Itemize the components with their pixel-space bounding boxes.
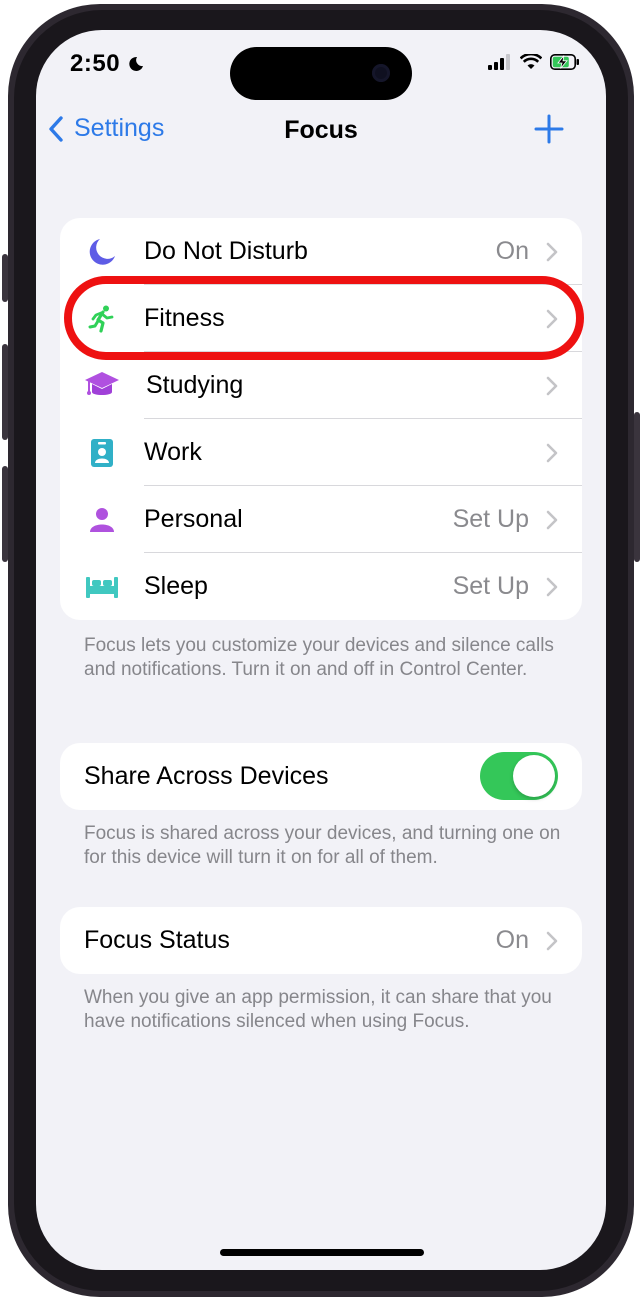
- focus-mode-work[interactable]: Work: [60, 419, 582, 486]
- chevron-right-icon: [546, 931, 558, 951]
- chevron-right-icon: [546, 376, 558, 396]
- focus-status-label: Focus Status: [84, 926, 230, 954]
- cellular-signal-icon: [488, 54, 510, 70]
- id-badge-icon: [84, 435, 120, 471]
- status-icons: [488, 54, 580, 70]
- battery-charging-icon: [550, 54, 579, 70]
- page-title: Focus: [284, 116, 358, 144]
- focus-mode-value: Set Up: [452, 505, 529, 533]
- focus-mode-do-not-disturb[interactable]: Do Not Disturb On: [60, 218, 582, 285]
- focus-moon-icon: [129, 56, 143, 71]
- focus-mode-label: Studying: [146, 371, 244, 399]
- focus-status-footnote: When you give an app permission, it can …: [84, 987, 552, 1032]
- chevron-right-icon: [546, 577, 558, 597]
- camera-icon: [372, 64, 390, 82]
- moon-icon: [84, 234, 120, 270]
- chevron-right-icon: [546, 242, 558, 262]
- wifi-icon: [520, 54, 542, 69]
- power-button: [634, 412, 640, 562]
- focus-mode-label: Work: [144, 438, 202, 466]
- share-across-devices-row: Share Across Devices: [60, 743, 582, 810]
- status-time: 2:50: [70, 50, 121, 77]
- add-focus-button[interactable]: [534, 114, 564, 144]
- focus-mode-personal[interactable]: Personal Set Up: [60, 486, 582, 553]
- share-footnote: Focus is shared across your devices, and…: [84, 823, 561, 868]
- action-button: [2, 254, 8, 302]
- focus-status-value: On: [495, 926, 529, 954]
- focus-mode-studying[interactable]: Studying: [60, 352, 582, 419]
- toggle-knob: [513, 755, 555, 797]
- focus-status-group: Focus Status On: [60, 907, 582, 974]
- focus-mode-label: Personal: [144, 505, 243, 533]
- focus-mode-label: Sleep: [144, 572, 208, 600]
- screen: 2:50 Settings Focus Do Not Disturb On Fi…: [36, 30, 606, 1270]
- focus-mode-label: Do Not Disturb: [144, 237, 308, 265]
- chevron-right-icon: [546, 443, 558, 463]
- focus-mode-value: On: [495, 237, 529, 265]
- chevron-right-icon: [546, 510, 558, 530]
- home-indicator[interactable]: [220, 1249, 424, 1256]
- dynamic-island: [230, 47, 412, 100]
- fitness-highlight-annotation: [64, 276, 584, 360]
- share-across-devices-group: Share Across Devices: [60, 743, 582, 810]
- share-across-devices-label: Share Across Devices: [84, 762, 329, 790]
- graduation-cap-icon: [84, 368, 120, 404]
- focus-status-row[interactable]: Focus Status On: [60, 907, 582, 974]
- focus-mode-value: Set Up: [452, 572, 529, 600]
- focus-footnote: Focus lets you customize your devices an…: [84, 635, 554, 680]
- volume-up-button: [2, 344, 8, 440]
- person-icon: [84, 502, 120, 538]
- focus-mode-sleep[interactable]: Sleep Set Up: [60, 553, 582, 620]
- bed-icon: [84, 569, 120, 605]
- volume-down-button: [2, 466, 8, 562]
- share-across-devices-toggle[interactable]: [480, 752, 558, 800]
